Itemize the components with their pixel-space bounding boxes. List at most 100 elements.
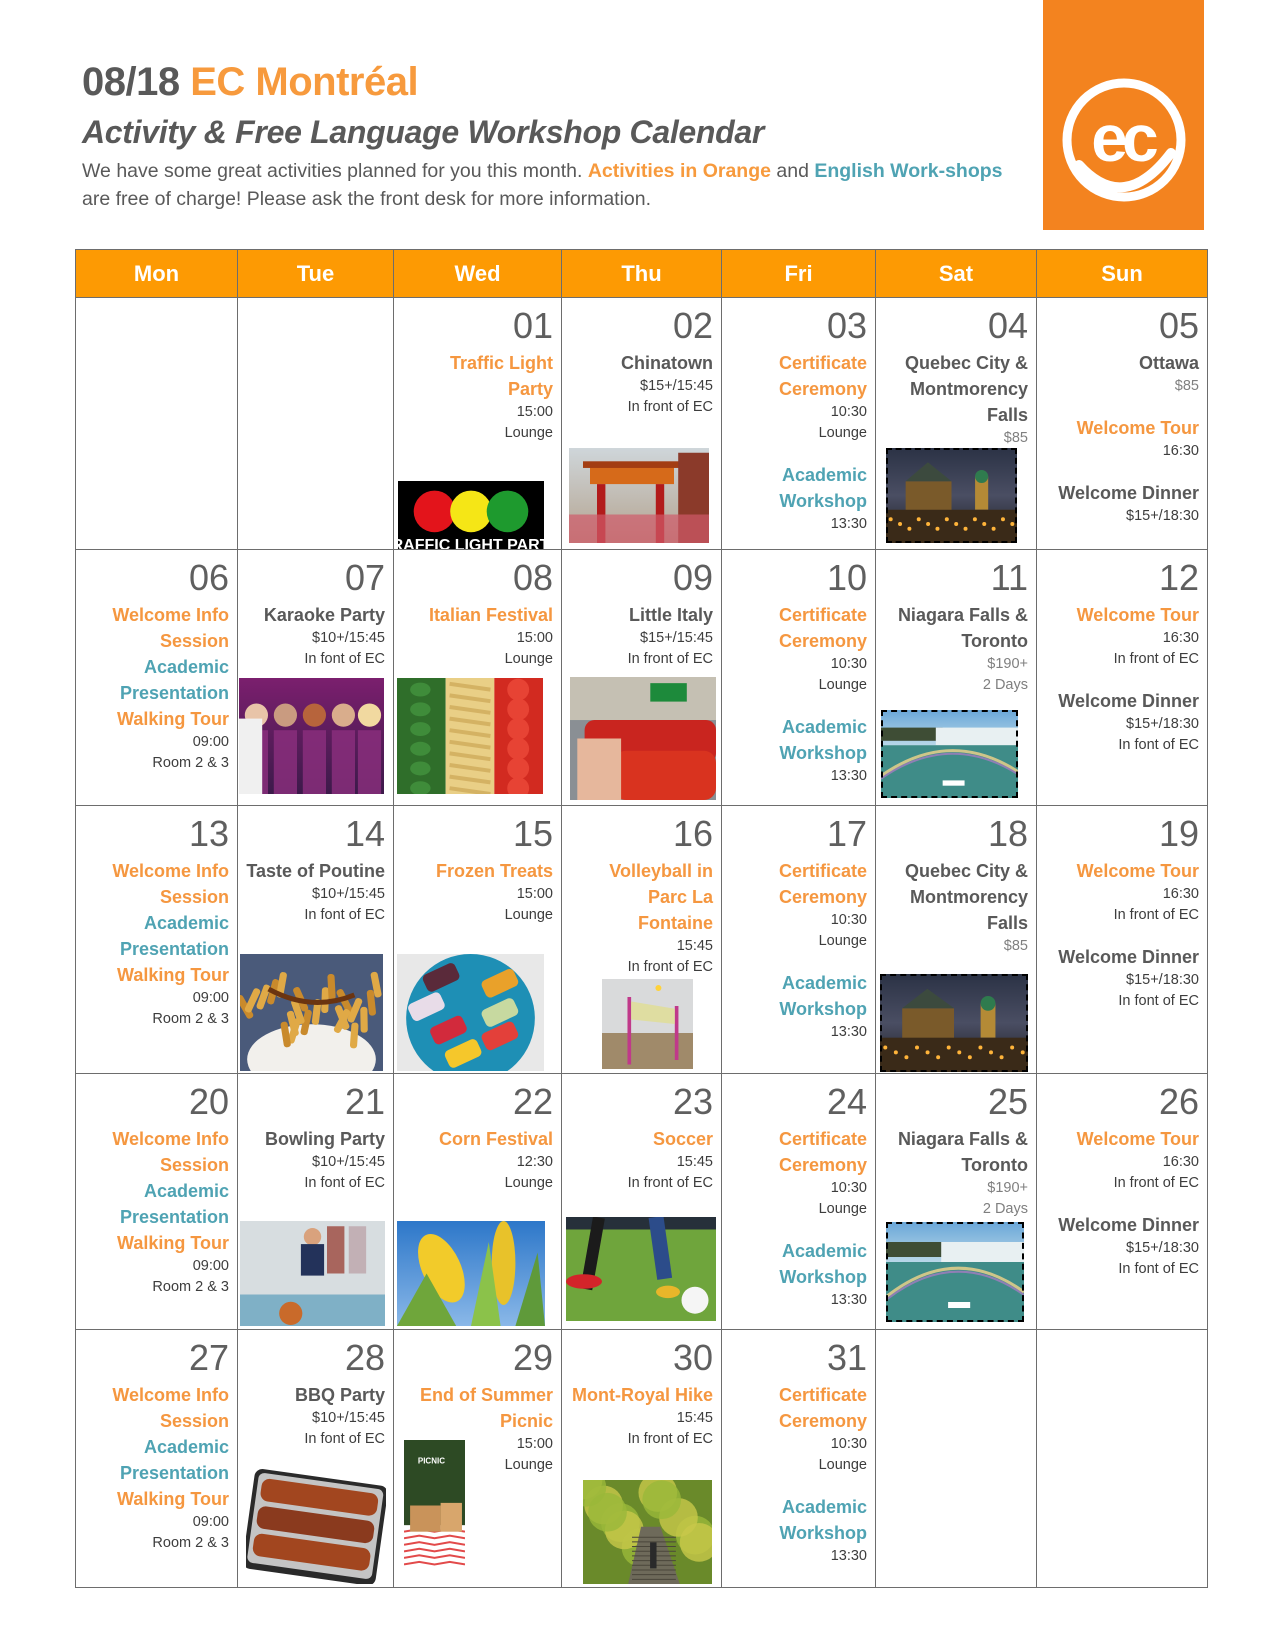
day-cell-22[interactable]: 22 Corn Festival 12:30 Lounge	[394, 1074, 562, 1329]
event-title[interactable]: Certificate Ceremony	[728, 602, 867, 654]
day-number: 24	[826, 1081, 867, 1122]
event-title[interactable]: Little Italy	[568, 602, 713, 628]
day-cell-06[interactable]: 06 Welcome Info Session Academic Presentat…	[76, 550, 238, 805]
event-detail: In font of EC	[304, 1175, 385, 1191]
event-title[interactable]: End of Summer Picnic	[400, 1382, 553, 1434]
event-title[interactable]: Welcome Tour	[1043, 415, 1199, 441]
event-title[interactable]: Walking Tour	[82, 706, 229, 732]
day-cell-30[interactable]: 30 Mont-Royal Hike 15:45 In front of EC	[562, 1330, 722, 1587]
day-number: 05	[1158, 305, 1199, 346]
day-cell-02[interactable]: 02 Chinatown $15+/15:45 In front of EC	[562, 298, 722, 549]
day-cell-18[interactable]: 18 Quebec City & Montmorency Falls $85	[876, 806, 1037, 1073]
event-title[interactable]: Quebec City & Montmorency Falls	[882, 858, 1028, 936]
event-title[interactable]: BBQ Party	[244, 1382, 385, 1408]
day-cell-20[interactable]: 20 Welcome Info Session Academic Presentat…	[76, 1074, 238, 1329]
day-cell-24[interactable]: 24 Certificate Ceremony 10:30 Lounge Academi…	[722, 1074, 876, 1329]
event-title[interactable]: Welcome Info Session	[82, 1126, 229, 1178]
event-title[interactable]: Academic Presentation	[82, 654, 229, 706]
event-title[interactable]: Frozen Treats	[400, 858, 553, 884]
event-title[interactable]: Academic Workshop	[728, 970, 867, 1022]
event-title[interactable]: Mont-Royal Hike	[568, 1382, 713, 1408]
event-title[interactable]: Welcome Dinner	[1043, 480, 1199, 506]
event-title[interactable]: Traffic Light Party	[400, 350, 553, 402]
event-title[interactable]: Italian Festival	[400, 602, 553, 628]
day-cell-25[interactable]: 25 Niagara Falls & Toronto $190+ 2 Days	[876, 1074, 1037, 1329]
day-cell-19[interactable]: 19 Welcome Tour 16:30 In front of EC Welcome…	[1037, 806, 1207, 1073]
event-title[interactable]: Welcome Tour	[1043, 1126, 1199, 1152]
event-title[interactable]: Bowling Party	[244, 1126, 385, 1152]
event-detail: $85	[1003, 938, 1028, 954]
event-title[interactable]: Quebec City & Montmorency Falls	[882, 350, 1028, 428]
event-detail: 10:30	[830, 404, 867, 420]
event-title[interactable]: Academic Presentation	[82, 1178, 229, 1230]
day-cell-17[interactable]: 17 Certificate Ceremony 10:30 Lounge Academi…	[722, 806, 876, 1073]
day-cell-12[interactable]: 12 Welcome Tour 16:30 In front of EC Welcome…	[1037, 550, 1207, 805]
day-cell-29[interactable]: 29 End of Summer Picnic 15:00 Lounge PICNIC	[394, 1330, 562, 1587]
event-title[interactable]: Welcome Info Session	[82, 858, 229, 910]
event-title[interactable]: Academic Presentation	[82, 1434, 229, 1486]
day-number: 19	[1158, 813, 1199, 854]
day-cell-23[interactable]: 23 Soccer 15:45 In front of EC	[562, 1074, 722, 1329]
intro-teal-legend: English Work-shops	[814, 160, 1003, 182]
day-number: 30	[672, 1337, 713, 1378]
day-cell-11[interactable]: 11 Niagara Falls & Toronto $190+ 2 Days	[876, 550, 1037, 805]
event-detail: $85	[1174, 378, 1199, 394]
event-title[interactable]: Welcome Dinner	[1043, 1212, 1199, 1238]
event-title[interactable]: Welcome Info Session	[82, 602, 229, 654]
event-title[interactable]: Chinatown	[568, 350, 713, 376]
day-cell-15[interactable]: 15 Frozen Treats 15:00 Lounge	[394, 806, 562, 1073]
event-spacer	[1043, 1194, 1199, 1212]
event-title[interactable]: Certificate Ceremony	[728, 1126, 867, 1178]
day-cell-26[interactable]: 26 Welcome Tour 16:30 In front of EC Welcome…	[1037, 1074, 1207, 1329]
day-cell-08[interactable]: 08 Italian Festival 15:00 Lounge	[394, 550, 562, 805]
day-cell-01[interactable]: 01Traffic Light Party 15:00 Lounge TRAFFIC …	[394, 298, 562, 549]
day-cell-21[interactable]: 21 Bowling Party $10+/15:45 In font of EC	[238, 1074, 394, 1329]
event-title[interactable]: Academic Workshop	[728, 462, 867, 514]
day-cell-09[interactable]: 09 Little Italy $15+/15:45 In front of EC	[562, 550, 722, 805]
event-title[interactable]: Volleyball in Parc La Fontaine	[568, 858, 713, 936]
event-title[interactable]: Welcome Dinner	[1043, 944, 1199, 970]
event-detail: Room 2 & 3	[152, 755, 229, 771]
event-title[interactable]: Soccer	[568, 1126, 713, 1152]
day-number: 06	[188, 557, 229, 598]
event-title[interactable]: Ottawa	[1043, 350, 1199, 376]
empty-cell	[76, 298, 238, 549]
event-title[interactable]: Corn Festival	[400, 1126, 553, 1152]
event-spacer	[728, 952, 867, 970]
day-cell-10[interactable]: 10 Certificate Ceremony 10:30 Lounge Academi…	[722, 550, 876, 805]
event-title[interactable]: Walking Tour	[82, 1486, 229, 1512]
mont-royal-stairs-image	[563, 1460, 719, 1584]
event-title[interactable]: Taste of Poutine	[244, 858, 385, 884]
event-title[interactable]: Niagara Falls & Toronto	[882, 1126, 1028, 1178]
event-title[interactable]: Academic Workshop	[728, 714, 867, 766]
event-title[interactable]: Welcome Info Session	[82, 1382, 229, 1434]
event-title[interactable]: Academic Workshop	[728, 1494, 867, 1546]
event-title[interactable]: Welcome Dinner	[1043, 688, 1199, 714]
event-title[interactable]: Academic Workshop	[728, 1238, 867, 1290]
weekday-mon: Mon	[76, 250, 238, 297]
day-cell-16[interactable]: 16 Volleyball in Parc La Fontaine 15:45 In …	[562, 806, 722, 1073]
day-cell-28[interactable]: 28 BBQ Party $10+/15:45 In font of EC	[238, 1330, 394, 1587]
event-title[interactable]: Walking Tour	[82, 962, 229, 988]
event-title[interactable]: Welcome Tour	[1043, 858, 1199, 884]
event-title[interactable]: Certificate Ceremony	[728, 350, 867, 402]
event-title[interactable]: Welcome Tour	[1043, 602, 1199, 628]
event-title[interactable]: Walking Tour	[82, 1230, 229, 1256]
day-cell-03[interactable]: 03 Certificate Ceremony 10:30 Lounge Academi…	[722, 298, 876, 549]
event-title[interactable]: Academic Presentation	[82, 910, 229, 962]
event-title[interactable]: Karaoke Party	[244, 602, 385, 628]
day-cell-04[interactable]: 04 Quebec City & Montmorency Falls $85	[876, 298, 1037, 549]
event-detail: $10+/15:45	[312, 630, 385, 646]
event-title[interactable]: Certificate Ceremony	[728, 1382, 867, 1434]
event-title[interactable]: Niagara Falls & Toronto	[882, 602, 1028, 654]
day-cell-13[interactable]: 13 Welcome Info Session Academic Presentat…	[76, 806, 238, 1073]
day-cell-14[interactable]: 14 Taste of Poutine $10+/15:45 In font of E…	[238, 806, 394, 1073]
day-cell-27[interactable]: 27 Welcome Info Session Academic Presentat…	[76, 1330, 238, 1587]
day-cell-07[interactable]: 07 Karaoke Party $10+/15:45 In font of EC	[238, 550, 394, 805]
event-title[interactable]: Certificate Ceremony	[728, 858, 867, 910]
day-number: 22	[512, 1081, 553, 1122]
event-detail: Room 2 & 3	[152, 1535, 229, 1551]
day-cell-05[interactable]: 05 Ottawa $85 Welcome Tour 16:30 Welcome Dinn…	[1037, 298, 1207, 549]
week-row: 20 Welcome Info Session Academic Presentat…	[76, 1074, 1207, 1330]
day-cell-31[interactable]: 31 Certificate Ceremony 10:30 Lounge Academi…	[722, 1330, 876, 1587]
